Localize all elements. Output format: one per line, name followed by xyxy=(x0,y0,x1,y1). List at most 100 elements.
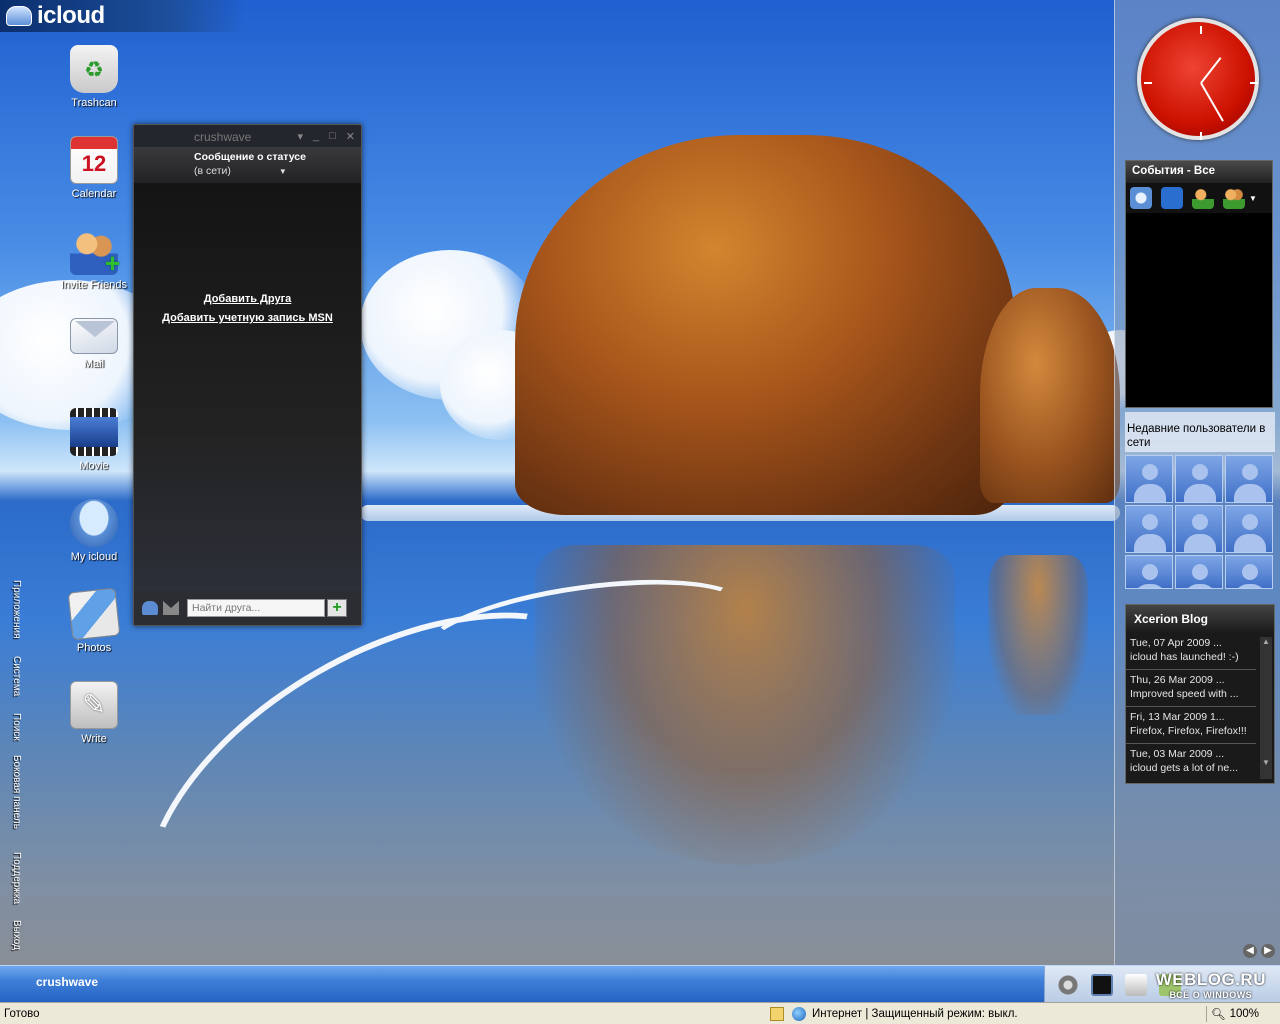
add-msn-account-link[interactable]: Добавить учетную запись MSN xyxy=(134,312,361,324)
user-avatar[interactable] xyxy=(1175,505,1223,553)
blog-entry-date: Thu, 26 Mar 2009 ... xyxy=(1130,674,1225,686)
zoom-magnifier-icon[interactable]: 🔍︎ xyxy=(1211,1007,1226,1021)
right-sidebar: События - Все ▼ Недавние пользователи в … xyxy=(1114,0,1280,965)
invite-friends-icon xyxy=(70,227,120,279)
photos-icon xyxy=(67,587,121,641)
desktop-icon-invite-friends[interactable]: Invite Friends xyxy=(58,227,130,291)
large-rock xyxy=(515,135,1015,515)
status-message-label[interactable]: Сообщение о статусе xyxy=(194,151,361,163)
dropdown-arrow-icon[interactable]: ▾ xyxy=(297,130,303,143)
blog-entry[interactable]: Tue, 03 Mar 2009 ... icloud gets a lot o… xyxy=(1126,744,1256,781)
menu-support[interactable]: Поддержка xyxy=(11,852,22,904)
desktop-icon-label: Mail xyxy=(83,358,105,370)
clock-widget[interactable] xyxy=(1137,18,1259,140)
blog-entry-text: Firefox, Firefox, Firefox!!! xyxy=(1130,725,1247,737)
messenger-window: crushwave ▾ _ □ ✕ Сообщение о статусе (в… xyxy=(133,124,362,626)
clock-tick xyxy=(1144,82,1152,84)
share-icon[interactable] xyxy=(1161,187,1183,209)
events-toolbar: ▼ xyxy=(1126,183,1272,213)
blog-entry[interactable]: Tue, 07 Apr 2009 ... icloud has launched… xyxy=(1126,633,1256,670)
user-avatar[interactable] xyxy=(1125,505,1173,553)
vertical-side-menu: Приложения Система Поиск Боковая панель … xyxy=(6,580,24,965)
menu-applications[interactable]: Приложения xyxy=(11,580,22,639)
menu-search[interactable]: Поиск xyxy=(11,713,22,741)
blog-entry[interactable]: Thu, 26 Mar 2009 ... Improved speed with… xyxy=(1126,670,1256,707)
clock-tick xyxy=(1200,132,1202,140)
weblog-watermark: WEBLOG.RU ВСЁ О WINDOWS xyxy=(1156,970,1266,1000)
add-user-icon[interactable] xyxy=(1192,187,1214,209)
user-avatar[interactable] xyxy=(1225,555,1273,589)
brand-name: icloud xyxy=(37,2,105,29)
desktop-icon-calendar[interactable]: Calendar xyxy=(58,136,130,200)
desktop-icon-label: Movie xyxy=(79,460,109,472)
movie-icon xyxy=(70,408,118,456)
blog-entry-text: icloud has launched! :-) xyxy=(1130,651,1239,663)
info-icon[interactable] xyxy=(1130,187,1152,209)
scroll-down-icon[interactable]: ▼ xyxy=(1260,758,1272,767)
internet-zone-icon xyxy=(792,1006,806,1021)
blog-entry-text: Improved speed with ... xyxy=(1130,688,1239,700)
scroll-up-icon[interactable]: ▲ xyxy=(1260,637,1272,646)
maximize-icon[interactable]: □ xyxy=(329,130,336,142)
blog-entry[interactable]: Fri, 13 Mar 2009 1... Firefox, Firefox, … xyxy=(1126,707,1256,744)
next-arrow-icon[interactable]: ▶ xyxy=(1261,944,1275,958)
user-avatar[interactable] xyxy=(1125,555,1173,589)
blog-title[interactable]: Xcerion Blog xyxy=(1126,605,1274,633)
desktop-icon-label: My icloud xyxy=(70,551,118,563)
desktop-icon-label: Write xyxy=(81,733,107,745)
chevron-down-icon: ▼ xyxy=(278,167,287,176)
menu-system[interactable]: Система xyxy=(11,656,22,696)
small-rock xyxy=(980,288,1120,503)
find-friend-input[interactable]: Найти друга... xyxy=(187,599,325,617)
user-avatar[interactable] xyxy=(1175,455,1223,503)
messenger-bottom-bar: Найти друга... + xyxy=(134,591,361,625)
desktop-icon-movie[interactable]: Movie xyxy=(58,408,130,472)
chevron-down-icon[interactable]: ▼ xyxy=(1249,194,1257,203)
cloud-logo-icon xyxy=(6,6,32,26)
desktop-icon-photos[interactable]: Photos xyxy=(58,587,130,654)
menu-exit[interactable]: Выход xyxy=(11,920,22,950)
blog-entry-date: Tue, 03 Mar 2009 ... xyxy=(1130,748,1225,760)
xcerion-blog-widget: Xcerion Blog Tue, 07 Apr 2009 ... icloud… xyxy=(1125,604,1275,784)
desktop-icon-label: Trashcan xyxy=(71,97,117,109)
add-friend-button[interactable]: + xyxy=(327,599,347,617)
zoom-level[interactable]: 100% xyxy=(1230,1008,1259,1020)
taskbar-user[interactable]: crushwave xyxy=(36,975,98,989)
sidebar-navigation: ◀ ▶ xyxy=(1243,944,1279,958)
clock-minute-hand xyxy=(1200,82,1224,122)
desktop-icon-trashcan[interactable]: Trashcan xyxy=(58,45,130,109)
settings-gear-icon[interactable] xyxy=(1057,973,1079,996)
close-icon[interactable]: ✕ xyxy=(346,130,355,143)
events-title[interactable]: События - Все xyxy=(1126,161,1272,183)
taskbar: crushwave WEBLOG.RU ВСЁ О WINDOWS xyxy=(0,965,1280,1003)
desktop-icon-my-icloud[interactable]: My icloud xyxy=(58,499,130,563)
security-icon[interactable] xyxy=(770,1006,784,1021)
desktop-icon-label: Photos xyxy=(76,642,112,654)
messenger-titlebar[interactable]: crushwave ▾ _ □ ✕ xyxy=(134,125,361,147)
trashcan-icon xyxy=(70,45,118,93)
desktop-icon-write[interactable]: Write xyxy=(58,681,130,745)
blog-scrollbar[interactable]: ▲ ▼ xyxy=(1260,637,1272,779)
menu-sidebar[interactable]: Боковая панель xyxy=(11,755,22,829)
console-icon[interactable] xyxy=(1091,973,1113,996)
security-zone-text[interactable]: Интернет | Защищенный режим: выкл. xyxy=(812,1008,1202,1020)
friends-icon[interactable] xyxy=(1223,187,1245,209)
computer-icon[interactable] xyxy=(1125,973,1147,996)
events-panel: События - Все ▼ xyxy=(1125,160,1273,408)
user-avatar[interactable] xyxy=(1175,555,1223,589)
desktop-icon-label: Invite Friends xyxy=(60,279,128,291)
status-selector[interactable]: (в сети) ▼ xyxy=(194,165,361,177)
previous-arrow-icon[interactable]: ◀ xyxy=(1243,944,1257,958)
calendar-icon xyxy=(70,136,118,184)
icloud-network-icon[interactable] xyxy=(142,601,158,615)
user-avatar[interactable] xyxy=(1125,455,1173,503)
user-avatar[interactable] xyxy=(1225,455,1273,503)
desktop-icon-mail[interactable]: Mail xyxy=(58,310,130,370)
system-tray: WEBLOG.RU ВСЁ О WINDOWS xyxy=(1044,966,1280,1003)
clock-tick xyxy=(1200,26,1202,34)
icloud-brand-bar[interactable]: icloud xyxy=(0,0,245,32)
add-friend-link[interactable]: Добавить Друга xyxy=(134,293,361,305)
user-avatar[interactable] xyxy=(1225,505,1273,553)
msn-network-icon[interactable] xyxy=(163,601,179,615)
minimize-icon[interactable]: _ xyxy=(313,130,319,142)
